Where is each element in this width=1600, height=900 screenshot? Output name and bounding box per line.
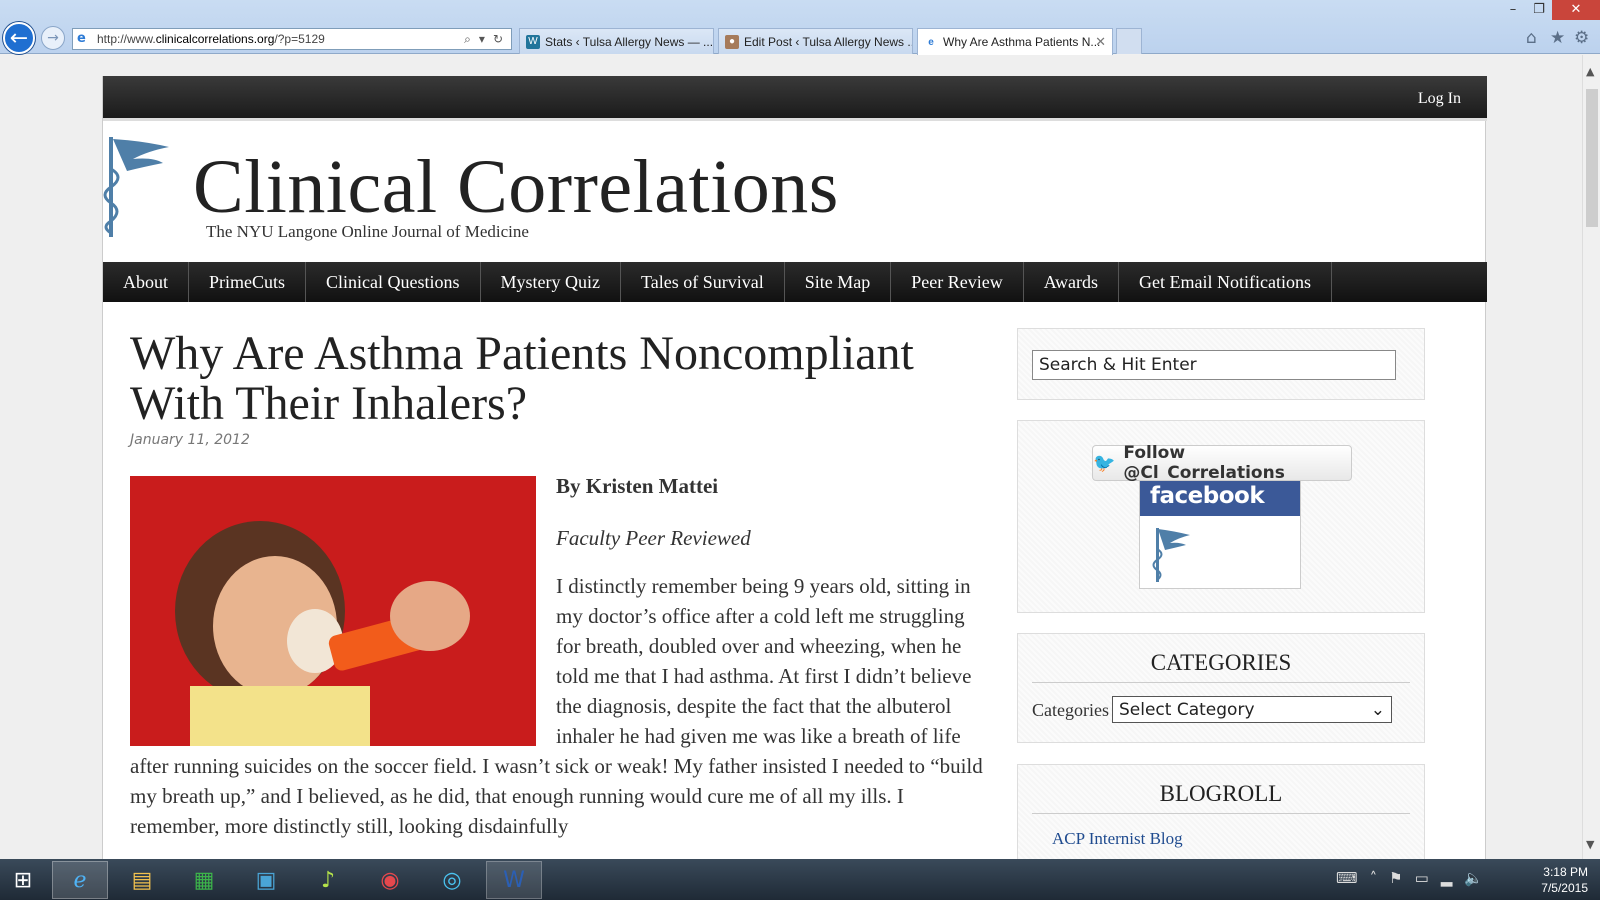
- login-link[interactable]: Log In: [1418, 90, 1461, 108]
- music-icon[interactable]: ♪: [300, 861, 356, 899]
- forward-button[interactable]: →: [41, 26, 65, 50]
- categories-title: CATEGORIES: [1032, 650, 1410, 683]
- site-header: Clinical Correlations The NYU Langone On…: [103, 124, 1487, 262]
- blogroll-link[interactable]: ACP Internist Blog: [1052, 829, 1183, 849]
- scroll-down-icon[interactable]: ▼: [1586, 838, 1594, 851]
- file-explorer-icon[interactable]: ▤: [114, 861, 170, 899]
- nav-mystery-quiz[interactable]: Mystery Quiz: [481, 262, 621, 302]
- maximize-button[interactable]: ❐: [1526, 0, 1552, 20]
- internet-explorer-icon[interactable]: ℯ: [52, 861, 108, 899]
- nav-primecuts[interactable]: PrimeCuts: [189, 262, 307, 302]
- word-icon[interactable]: W: [486, 861, 542, 899]
- top-bar: Log In: [103, 76, 1487, 121]
- recorder-icon[interactable]: ◉: [362, 861, 418, 899]
- nav-about[interactable]: About: [103, 262, 189, 302]
- windows-start-icon[interactable]: ⊞: [0, 861, 46, 899]
- flag-icon[interactable]: ⚑: [1389, 869, 1402, 887]
- nav-peer-review[interactable]: Peer Review: [891, 262, 1024, 302]
- favorites-star-icon[interactable]: ★: [1550, 28, 1565, 48]
- categories-label: Categories: [1032, 700, 1109, 720]
- home-icon[interactable]: ⌂: [1526, 28, 1537, 48]
- minimize-button[interactable]: –: [1500, 0, 1526, 20]
- dropdown-icon[interactable]: ▾: [479, 32, 485, 46]
- blogroll-title: BLOGROLL: [1032, 781, 1410, 814]
- facebook-box[interactable]: facebook: [1139, 480, 1301, 589]
- ie-page-icon: e: [77, 31, 86, 46]
- network-icon[interactable]: ▂: [1441, 869, 1453, 887]
- close-tab-icon[interactable]: ✕: [1095, 34, 1106, 50]
- store-icon[interactable]: ▦: [176, 861, 232, 899]
- main-nav: About PrimeCuts Clinical Questions Myste…: [103, 262, 1487, 302]
- post-date: January 11, 2012: [130, 432, 250, 448]
- scroll-thumb[interactable]: [1586, 89, 1598, 227]
- twitter-bird-icon: 🐦: [1093, 452, 1116, 474]
- tab-stats[interactable]: W Stats ‹ Tulsa Allergy News — ...: [519, 28, 714, 54]
- tab-label: Why Are Asthma Patients N...: [943, 35, 1101, 49]
- chevron-down-icon: ⌄: [1370, 699, 1385, 720]
- vertical-scrollbar[interactable]: ▲ ▼: [1582, 55, 1600, 859]
- volume-icon[interactable]: 🔈: [1464, 869, 1483, 887]
- tab-current-article[interactable]: e Why Are Asthma Patients N... ✕: [917, 28, 1113, 55]
- post-image-child-inhaler: [130, 476, 536, 746]
- chevron-up-icon[interactable]: ˄: [1370, 869, 1378, 887]
- close-window-button[interactable]: ✕: [1552, 0, 1600, 20]
- tab-label: Stats ‹ Tulsa Allergy News — ...: [545, 34, 714, 49]
- site-title[interactable]: Clinical Correlations: [193, 144, 839, 231]
- page-viewport: Log In Clinical Correlations The NYU Lan…: [0, 55, 1582, 859]
- post-title: Why Are Asthma Patients Noncompliant Wit…: [130, 327, 914, 430]
- nav-awards[interactable]: Awards: [1024, 262, 1120, 302]
- media-player-icon[interactable]: ▣: [238, 861, 294, 899]
- clock-time: 3:18 PM: [1543, 865, 1588, 879]
- nav-email-notifications[interactable]: Get Email Notifications: [1119, 262, 1332, 302]
- search-widget: [1017, 328, 1425, 400]
- windows-taskbar: ⊞ ℯ ▤ ▦ ▣ ♪ ◉ ◎ W ⌨ ˄ ⚑ ▭ ▂ 🔈 3:18 PM 7/…: [0, 859, 1600, 900]
- post-byline: By Kristen Mattei: [556, 474, 719, 498]
- category-select[interactable]: Select Category ⌄: [1112, 696, 1392, 723]
- wordpress-icon: W: [526, 34, 540, 49]
- clock[interactable]: 3:18 PM 7/5/2015: [1518, 864, 1588, 896]
- blogroll-widget: BLOGROLL ACP Internist Blog: [1017, 764, 1425, 859]
- category-select-value: Select Category: [1119, 699, 1255, 720]
- caduceus-logo-icon[interactable]: [103, 129, 173, 239]
- gear-icon[interactable]: ⚙: [1574, 28, 1589, 48]
- categories-widget: CATEGORIES Categories Select Category ⌄: [1017, 633, 1425, 743]
- address-url: http://www.clinicalcorrelations.org/?p=5…: [97, 32, 325, 46]
- site-tagline: The NYU Langone Online Journal of Medici…: [206, 222, 529, 241]
- peer-review-note: Faculty Peer Reviewed: [556, 526, 751, 550]
- scroll-up-icon[interactable]: ▲: [1586, 65, 1594, 78]
- battery-icon[interactable]: ▭: [1415, 869, 1429, 887]
- caduceus-logo-icon: [1152, 528, 1190, 582]
- twitter-follow-label: Follow @Cl_Correlations: [1123, 443, 1285, 483]
- tab-label: Edit Post ‹ Tulsa Allergy News ...: [744, 34, 913, 49]
- refresh-icon[interactable]: ↻: [493, 32, 503, 46]
- tab-edit-post[interactable]: ● Edit Post ‹ Tulsa Allergy News ...: [718, 28, 913, 54]
- system-tray: ⌨ ˄ ⚑ ▭ ▂ 🔈: [1336, 869, 1483, 887]
- browser-toolbar: ← → e http://www.clinicalcorrelations.or…: [0, 0, 1600, 55]
- social-widget: 🐦 Follow @Cl_Correlations facebook: [1017, 420, 1425, 613]
- search-input[interactable]: [1032, 350, 1396, 380]
- search-icon[interactable]: ⌕: [464, 32, 471, 47]
- nav-site-map[interactable]: Site Map: [785, 262, 892, 302]
- new-tab-button[interactable]: [1116, 28, 1142, 54]
- twitter-follow-button[interactable]: 🐦 Follow @Cl_Correlations: [1092, 443, 1352, 483]
- facebook-header: facebook: [1140, 481, 1300, 516]
- keyboard-icon[interactable]: ⌨: [1336, 869, 1358, 887]
- avatar-icon: ●: [725, 34, 739, 49]
- nav-tales-of-survival[interactable]: Tales of Survival: [621, 262, 785, 302]
- ie-page-icon: e: [924, 35, 938, 49]
- nav-clinical-questions[interactable]: Clinical Questions: [306, 262, 481, 302]
- clock-date: 7/5/2015: [1541, 881, 1588, 895]
- back-button[interactable]: ←: [3, 22, 35, 54]
- site-container: Log In Clinical Correlations The NYU Lan…: [102, 76, 1487, 859]
- disc-icon[interactable]: ◎: [424, 861, 480, 899]
- address-bar[interactable]: e http://www.clinicalcorrelations.org/?p…: [72, 28, 512, 50]
